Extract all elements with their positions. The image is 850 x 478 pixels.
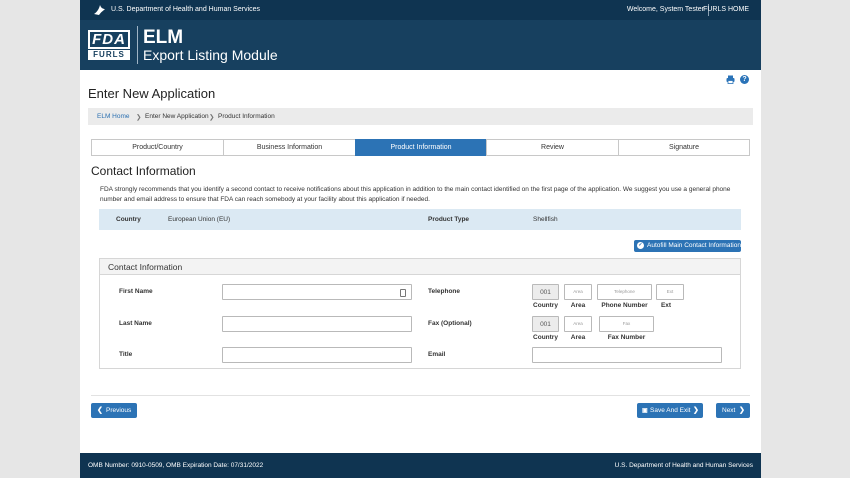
- save-and-exit-label: Save And Exit: [650, 407, 691, 414]
- app-name: Export Listing Module: [143, 47, 278, 63]
- page-title: Enter New Application: [88, 86, 216, 101]
- footer: OMB Number: 0910-0509, OMB Expiration Da…: [80, 453, 761, 478]
- last-name-input[interactable]: [222, 316, 412, 332]
- section-title: Contact Information: [91, 164, 196, 178]
- page: U.S. Department of Health and Human Serv…: [80, 0, 761, 478]
- breadcrumb-elm-home[interactable]: ELM Home: [97, 113, 130, 120]
- contact-card-icon: [400, 289, 406, 297]
- telephone-area-placeholder: Area: [573, 289, 583, 294]
- breadcrumb-product-information: Product Information: [218, 113, 275, 120]
- fax-number-placeholder: Fax: [622, 321, 631, 326]
- fax-label: Fax (Optional): [428, 320, 472, 327]
- step-product-country[interactable]: Product/Country: [91, 139, 224, 156]
- email-label: Email: [428, 351, 446, 358]
- fax-area-input[interactable]: Area: [564, 316, 592, 332]
- furls-logo-text: FURLS: [88, 50, 130, 60]
- chevron-left-icon: ❮: [97, 407, 103, 414]
- step-review[interactable]: Review: [486, 139, 619, 156]
- product-type-value: Shellfish: [533, 216, 558, 223]
- telephone-country-input[interactable]: 001: [532, 284, 559, 300]
- app-abbreviation: ELM: [143, 27, 184, 48]
- autofill-label: Autofill Main Contact Information: [647, 242, 741, 249]
- telephone-ext-placeholder: Ext: [666, 289, 674, 294]
- step-product-information[interactable]: Product Information: [355, 139, 487, 156]
- first-name-label: First Name: [119, 288, 153, 295]
- agency-name: U.S. Department of Health and Human Serv…: [111, 6, 261, 13]
- step-signature[interactable]: Signature: [618, 139, 750, 156]
- check-circle-icon: ✓: [637, 242, 644, 249]
- save-and-exit-button[interactable]: ▣ Save And Exit ❯: [637, 403, 703, 418]
- previous-button[interactable]: ❮ Previous: [91, 403, 137, 418]
- chevron-right-icon: ❯: [209, 114, 215, 121]
- save-icon: ▣: [642, 408, 648, 414]
- telephone-number-caption: Phone Number: [601, 302, 648, 309]
- hhs-eagle-icon: [94, 5, 105, 15]
- telephone-country-caption: Country: [533, 302, 558, 309]
- contact-panel: Contact Information First Name Last Name…: [99, 258, 741, 369]
- top-bar: U.S. Department of Health and Human Serv…: [80, 0, 761, 20]
- fax-country-input[interactable]: 001: [532, 316, 559, 332]
- footer-department: U.S. Department of Health and Human Serv…: [614, 462, 753, 469]
- application-summary: Country European Union (EU) Product Type…: [99, 209, 741, 230]
- telephone-area-input[interactable]: Area: [564, 284, 592, 300]
- fax-area-placeholder: Area: [573, 321, 583, 326]
- fax-country-value: 001: [540, 321, 551, 328]
- next-label: Next: [722, 407, 736, 414]
- telephone-number-placeholder: Telephone: [614, 289, 635, 294]
- first-name-input[interactable]: [222, 284, 412, 300]
- telephone-label: Telephone: [428, 288, 461, 295]
- help-icon[interactable]: ?: [740, 75, 749, 84]
- banner-divider: [137, 26, 138, 64]
- product-type-label: Product Type: [428, 216, 470, 223]
- wizard-steps: Product/Country Business Information Pro…: [91, 139, 750, 156]
- panel-title: Contact Information: [108, 262, 183, 272]
- telephone-ext-caption: Ext: [660, 302, 672, 309]
- country-value: European Union (EU): [168, 216, 231, 223]
- fax-country-caption: Country: [533, 334, 558, 341]
- omb-info: OMB Number: 0910-0509, OMB Expiration Da…: [88, 462, 264, 469]
- panel-header: Contact Information: [100, 259, 740, 275]
- email-input[interactable]: [532, 347, 722, 363]
- telephone-country-value: 001: [540, 289, 551, 296]
- autofill-button[interactable]: ✓ Autofill Main Contact Information: [634, 240, 741, 252]
- fda-furls-logo[interactable]: FDA FURLS: [88, 30, 130, 60]
- breadcrumb-enter-new-application: Enter New Application: [145, 113, 209, 120]
- furls-home-link[interactable]: FURLS HOME: [703, 6, 749, 13]
- previous-label: Previous: [106, 407, 132, 414]
- app-banner: FDA FURLS ELM Export Listing Module: [80, 20, 761, 70]
- chevron-right-icon: ❯: [739, 407, 745, 414]
- chevron-right-icon: ❯: [136, 114, 142, 121]
- telephone-number-input[interactable]: Telephone: [597, 284, 652, 300]
- step-business-information[interactable]: Business Information: [223, 139, 356, 156]
- last-name-label: Last Name: [119, 320, 152, 327]
- form-divider: [91, 395, 750, 396]
- chevron-right-icon: ❯: [693, 407, 699, 414]
- country-label: Country: [116, 216, 141, 223]
- intro-text: FDA strongly recommends that you identif…: [100, 186, 731, 203]
- title-input[interactable]: [222, 347, 412, 363]
- fax-number-caption: Fax Number: [607, 334, 646, 341]
- breadcrumb: ELM Home ❯ Enter New Application ❯ Produ…: [88, 108, 753, 125]
- telephone-ext-input[interactable]: Ext: [656, 284, 684, 300]
- title-label: Title: [119, 351, 133, 358]
- telephone-area-caption: Area: [570, 302, 586, 309]
- next-button[interactable]: Next ❯: [716, 403, 750, 418]
- welcome-text: Welcome, System Tester: [626, 6, 704, 13]
- fda-logo-text: FDA: [88, 30, 130, 49]
- printer-icon[interactable]: [726, 75, 735, 84]
- fax-area-caption: Area: [570, 334, 586, 341]
- fax-number-input[interactable]: Fax: [599, 316, 654, 332]
